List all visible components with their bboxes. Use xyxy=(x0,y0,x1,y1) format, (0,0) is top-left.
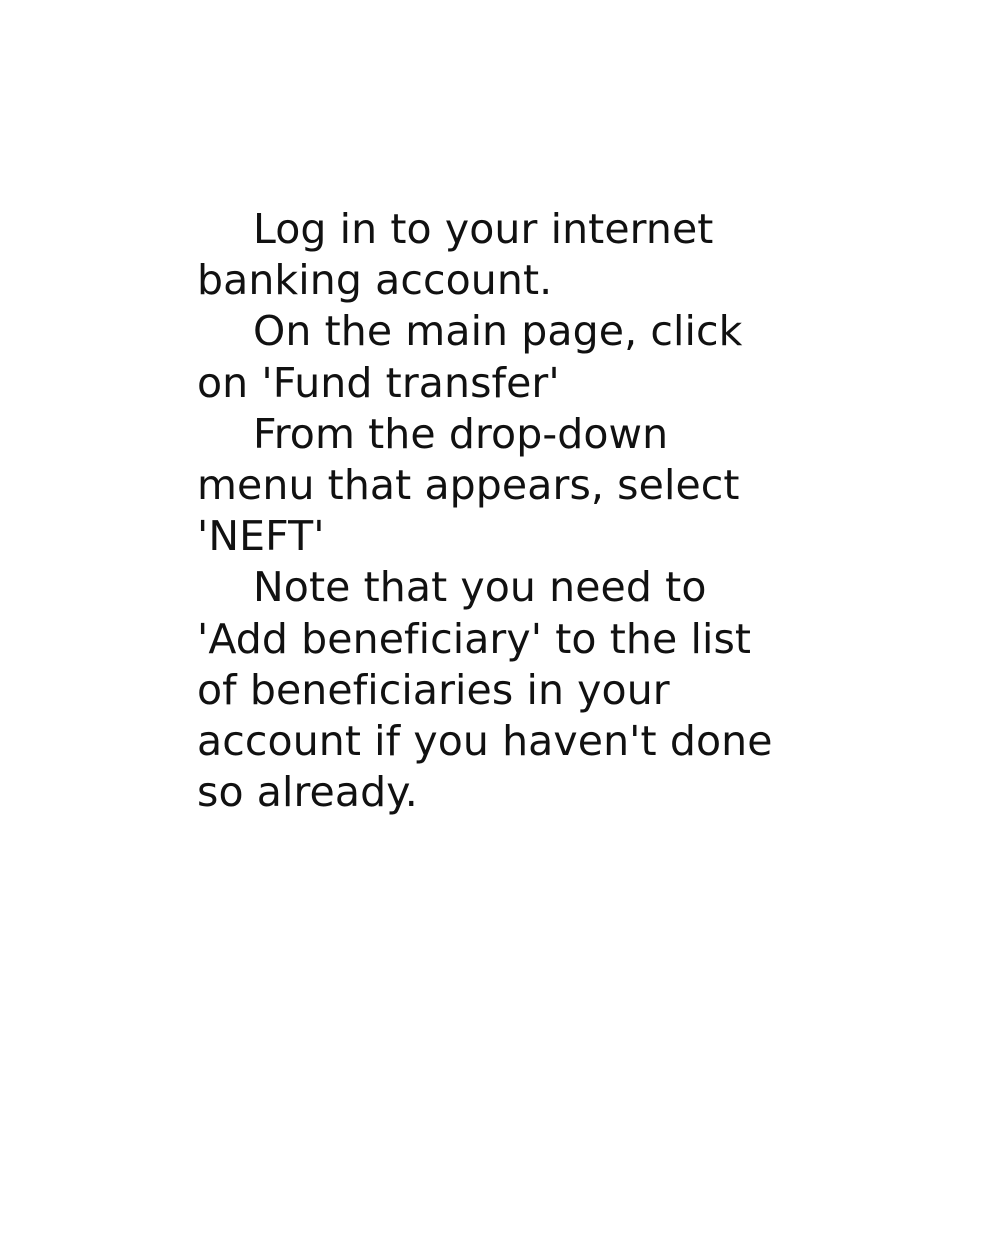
instruction-step-login: Log in to your internet banking account. xyxy=(197,205,714,305)
instruction-step-add-beneficiary: Note that you need to 'Add beneficiary' … xyxy=(197,563,773,817)
instruction-step-fund-transfer: On the main page, click on 'Fund transfe… xyxy=(197,307,743,407)
instruction-text: Log in to your internet banking account.… xyxy=(197,204,787,818)
instruction-step-select-neft: From the drop-down menu that appears, se… xyxy=(197,409,740,561)
